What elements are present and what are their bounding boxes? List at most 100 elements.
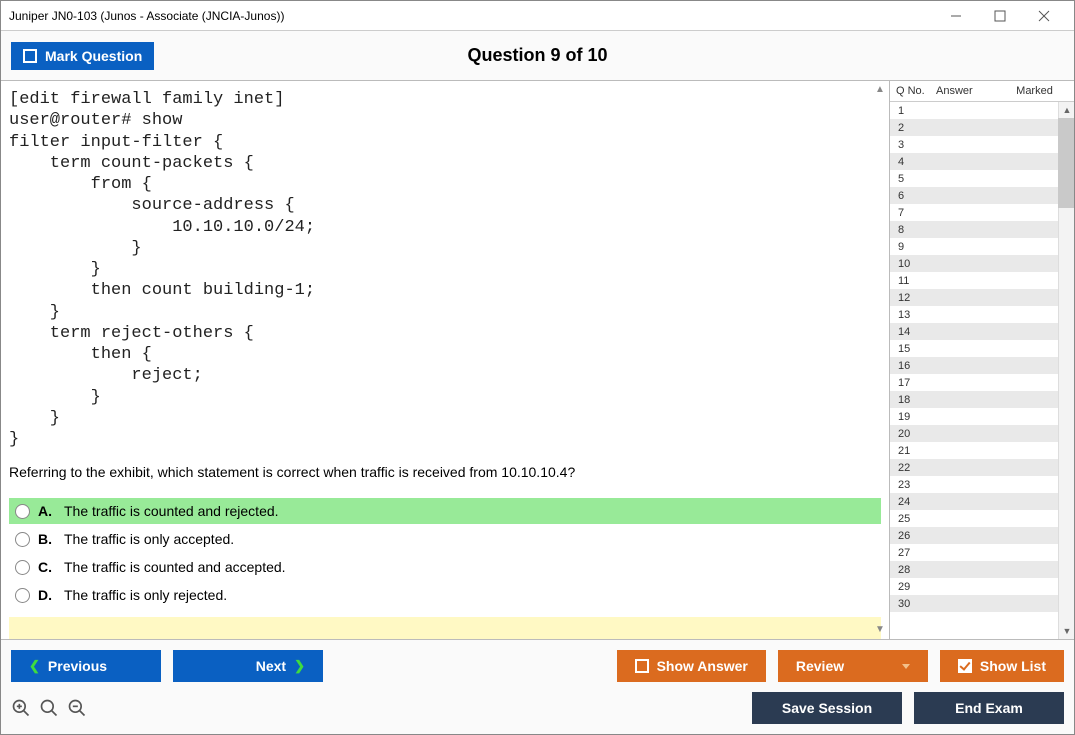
col-marked: Marked (1001, 85, 1068, 97)
question-number: 14 (898, 326, 928, 338)
footer-row-1: ❮ Previous Next ❯ Show Answer Review Sho… (11, 650, 1064, 682)
question-row[interactable]: 13 (890, 306, 1074, 323)
question-number: 3 (898, 139, 928, 151)
question-number: 5 (898, 173, 928, 185)
question-number: 15 (898, 343, 928, 355)
side-scroll-thumb[interactable] (1058, 118, 1074, 208)
side-scrollbar[interactable]: ▲ ▼ (1058, 102, 1074, 639)
mark-checkbox-icon (23, 49, 37, 63)
close-button[interactable] (1022, 2, 1066, 30)
question-number: 28 (898, 564, 928, 576)
choice-letter: A. (38, 503, 52, 519)
minimize-button[interactable] (934, 2, 978, 30)
question-row[interactable]: 20 (890, 425, 1074, 442)
question-number: 18 (898, 394, 928, 406)
question-number: 20 (898, 428, 928, 440)
question-row[interactable]: 19 (890, 408, 1074, 425)
zoom-in-icon[interactable] (11, 698, 31, 718)
question-row[interactable]: 9 (890, 238, 1074, 255)
previous-button[interactable]: ❮ Previous (11, 650, 161, 682)
choice-b[interactable]: B. The traffic is only accepted. (9, 526, 881, 552)
question-row[interactable]: 4 (890, 153, 1074, 170)
mark-question-button[interactable]: Mark Question (11, 42, 154, 70)
question-row[interactable]: 10 (890, 255, 1074, 272)
question-number: 24 (898, 496, 928, 508)
question-row[interactable]: 16 (890, 357, 1074, 374)
show-list-button[interactable]: Show List (940, 650, 1064, 682)
question-row[interactable]: 12 (890, 289, 1074, 306)
show-answer-label: Show Answer (657, 658, 748, 674)
choices-list: A. The traffic is counted and rejected. B.… (9, 498, 881, 610)
chevron-right-icon: ❯ (294, 658, 305, 674)
question-number: 30 (898, 598, 928, 610)
question-row[interactable]: 27 (890, 544, 1074, 561)
question-number: 9 (898, 241, 928, 253)
end-exam-button[interactable]: End Exam (914, 692, 1064, 724)
question-number: 19 (898, 411, 928, 423)
choice-a[interactable]: A. The traffic is counted and rejected. (9, 498, 881, 524)
show-answer-button[interactable]: Show Answer (617, 650, 766, 682)
question-row[interactable]: 3 (890, 136, 1074, 153)
footer-row-2: Save Session End Exam (11, 692, 1064, 724)
side-scroll-down-icon[interactable]: ▼ (1059, 623, 1074, 639)
dropdown-icon (902, 664, 910, 669)
question-row[interactable]: 30 (890, 595, 1074, 612)
question-row[interactable]: 15 (890, 340, 1074, 357)
question-row[interactable]: 14 (890, 323, 1074, 340)
save-session-button[interactable]: Save Session (752, 692, 902, 724)
question-list-header: Q No. Answer Marked (890, 81, 1074, 102)
choice-d[interactable]: D. The traffic is only rejected. (9, 582, 881, 608)
question-counter: Question 9 of 10 (1, 45, 1074, 66)
question-row[interactable]: 17 (890, 374, 1074, 391)
choice-letter: B. (38, 531, 52, 547)
chevron-left-icon: ❮ (29, 658, 40, 674)
zoom-reset-icon[interactable] (39, 698, 59, 718)
question-number: 8 (898, 224, 928, 236)
question-number: 7 (898, 207, 928, 219)
question-row[interactable]: 21 (890, 442, 1074, 459)
scroll-down-arrow[interactable]: ▼ (873, 623, 887, 637)
col-answer: Answer (936, 85, 1001, 97)
question-row[interactable]: 6 (890, 187, 1074, 204)
window-title: Juniper JN0-103 (Junos - Associate (JNCI… (9, 9, 934, 23)
show-answer-checkbox-icon (635, 659, 649, 673)
question-number: 22 (898, 462, 928, 474)
scroll-up-arrow[interactable]: ▲ (873, 83, 887, 97)
question-number: 2 (898, 122, 928, 134)
review-button[interactable]: Review (778, 650, 928, 682)
question-row[interactable]: 25 (890, 510, 1074, 527)
question-row[interactable]: 26 (890, 527, 1074, 544)
question-row[interactable]: 11 (890, 272, 1074, 289)
save-session-label: Save Session (782, 700, 872, 716)
question-row[interactable]: 18 (890, 391, 1074, 408)
choice-text: The traffic is counted and accepted. (64, 559, 286, 575)
show-list-label: Show List (980, 658, 1046, 674)
col-qno: Q No. (896, 85, 936, 97)
question-row[interactable]: 29 (890, 578, 1074, 595)
maximize-button[interactable] (978, 2, 1022, 30)
question-number: 27 (898, 547, 928, 559)
question-row[interactable]: 23 (890, 476, 1074, 493)
exhibit-code: [edit firewall family inet] user@router#… (9, 89, 881, 450)
choice-text: The traffic is only rejected. (64, 587, 227, 603)
body: ▲ [edit firewall family inet] user@route… (1, 81, 1074, 640)
question-row[interactable]: 8 (890, 221, 1074, 238)
question-row[interactable]: 22 (890, 459, 1074, 476)
next-button[interactable]: Next ❯ (173, 650, 323, 682)
question-number: 13 (898, 309, 928, 321)
question-row[interactable]: 28 (890, 561, 1074, 578)
question-row[interactable]: 2 (890, 119, 1074, 136)
question-number: 16 (898, 360, 928, 372)
question-row[interactable]: 5 (890, 170, 1074, 187)
question-row[interactable]: 24 (890, 493, 1074, 510)
question-row[interactable]: 7 (890, 204, 1074, 221)
question-row[interactable]: 1 (890, 102, 1074, 119)
zoom-out-icon[interactable] (67, 698, 87, 718)
choice-text: The traffic is counted and rejected. (64, 503, 279, 519)
choice-text: The traffic is only accepted. (64, 531, 234, 547)
choice-c[interactable]: C.The traffic is counted and accepted. (9, 554, 881, 580)
choice-letter: D. (38, 587, 52, 603)
zoom-controls (11, 698, 87, 718)
radio-icon (15, 504, 30, 519)
side-scroll-up-icon[interactable]: ▲ (1059, 102, 1074, 118)
